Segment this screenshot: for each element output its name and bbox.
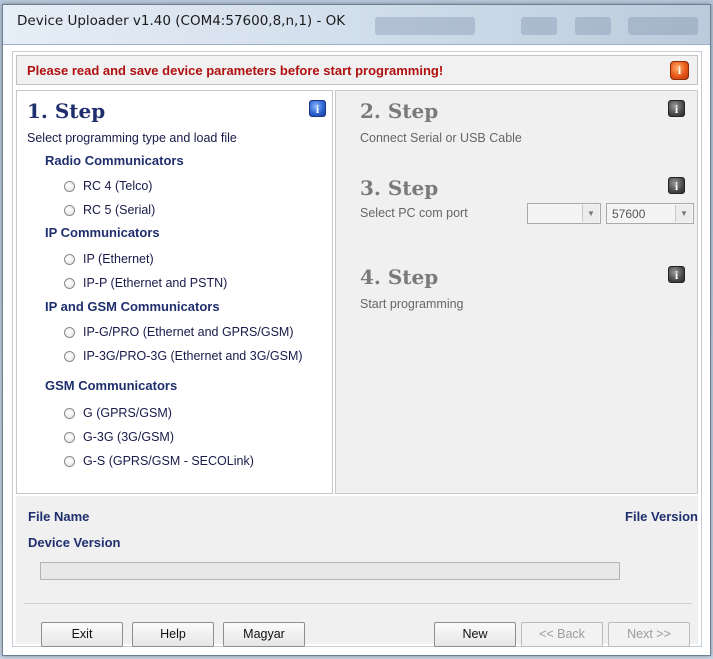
baud-rate-select[interactable]: 57600 ▼ — [606, 203, 694, 224]
radio-rc5[interactable]: RC 5 (Serial) — [64, 203, 155, 217]
background-blur — [575, 17, 611, 35]
background-blur — [375, 17, 475, 35]
step1-info-icon[interactable]: i — [309, 100, 326, 117]
step3-title: 3. Step — [360, 176, 439, 200]
step1-title: 1. Step — [27, 99, 106, 123]
chevron-down-icon[interactable]: ▼ — [582, 205, 599, 222]
steps-panel: 2. Step i Connect Serial or USB Cable 3.… — [335, 90, 698, 494]
radio-label: G-S (GPRS/GSM - SECOLink) — [83, 454, 254, 468]
window-title: Device Uploader v1.40 (COM4:57600,8,n,1)… — [17, 13, 346, 29]
step3-description: Select PC com port — [360, 206, 468, 220]
title-bar[interactable]: Device Uploader v1.40 (COM4:57600,8,n,1)… — [3, 5, 710, 45]
step1-panel: 1. Step i Select programming type and lo… — [16, 90, 333, 494]
com-port-select[interactable]: ▼ — [527, 203, 601, 224]
radio-button[interactable] — [64, 204, 75, 216]
warning-text: Please read and save device parameters b… — [27, 63, 444, 78]
radio-g-3g[interactable]: G-3G (3G/GSM) — [64, 430, 174, 444]
radio-label: G-3G (3G/GSM) — [83, 430, 174, 444]
step4-title: 4. Step — [360, 265, 439, 289]
background-blur — [628, 17, 698, 35]
step3-info-icon[interactable]: i — [668, 177, 685, 194]
file-name-label: File Name — [28, 509, 90, 524]
radio-label: RC 5 (Serial) — [83, 203, 156, 217]
file-version-label: File Version — [625, 509, 698, 524]
radio-button[interactable] — [64, 407, 75, 419]
group-ip-gsm-communicators: IP and GSM Communicators — [45, 299, 220, 314]
radio-ip-g-pro[interactable]: IP-G/PRO (Ethernet and GPRS/GSM) — [64, 325, 293, 339]
step4-description: Start programming — [360, 297, 464, 311]
radio-label: IP-3G/PRO-3G (Ethernet and 3G/GSM) — [83, 349, 303, 363]
chevron-down-icon[interactable]: ▼ — [675, 205, 692, 222]
radio-ip-3g-pro-3g[interactable]: IP-3G/PRO-3G (Ethernet and 3G/GSM) — [64, 349, 303, 363]
radio-label: IP-G/PRO (Ethernet and GPRS/GSM) — [83, 325, 294, 339]
radio-button[interactable] — [64, 180, 75, 192]
main-content: Please read and save device parameters b… — [12, 51, 702, 647]
group-gsm-communicators: GSM Communicators — [45, 378, 178, 393]
radio-g-s[interactable]: G-S (GPRS/GSM - SECOLink) — [64, 454, 254, 468]
radio-g[interactable]: G (GPRS/GSM) — [64, 406, 172, 420]
help-button[interactable]: Help — [132, 622, 214, 647]
radio-ip[interactable]: IP (Ethernet) — [64, 252, 154, 266]
progress-bar — [40, 562, 620, 580]
radio-button[interactable] — [64, 431, 75, 443]
step1-description: Select programming type and load file — [27, 131, 237, 145]
step2-description: Connect Serial or USB Cable — [360, 131, 522, 145]
new-button[interactable]: New — [434, 622, 516, 647]
warning-banner: Please read and save device parameters b… — [16, 55, 698, 85]
group-ip-communicators: IP Communicators — [45, 225, 160, 240]
radio-label: IP (Ethernet) — [83, 252, 154, 266]
next-button[interactable]: Next >> — [608, 622, 690, 647]
step2-title: 2. Step — [360, 99, 439, 123]
background-blur — [521, 17, 557, 35]
radio-label: IP-P (Ethernet and PSTN) — [83, 276, 228, 290]
app-window: Device Uploader v1.40 (COM4:57600,8,n,1)… — [2, 4, 711, 656]
radio-rc4[interactable]: RC 4 (Telco) — [64, 179, 152, 193]
radio-button[interactable] — [64, 350, 75, 362]
step4-info-icon[interactable]: i — [668, 266, 685, 283]
radio-label: RC 4 (Telco) — [83, 179, 153, 193]
radio-button[interactable] — [64, 326, 75, 338]
radio-button[interactable] — [64, 455, 75, 467]
radio-label: G (GPRS/GSM) — [83, 406, 172, 420]
exit-button[interactable]: Exit — [41, 622, 123, 647]
group-radio-communicators: Radio Communicators — [45, 153, 184, 168]
file-info-area: File Name File Version Device Version Ex… — [16, 496, 698, 647]
language-button[interactable]: Magyar — [223, 622, 305, 647]
radio-button[interactable] — [64, 253, 75, 265]
radio-ip-p[interactable]: IP-P (Ethernet and PSTN) — [64, 276, 227, 290]
device-version-label: Device Version — [28, 535, 121, 550]
radio-button[interactable] — [64, 277, 75, 289]
button-bar: Exit Help Magyar New << Back Next >> — [24, 603, 692, 647]
warning-icon[interactable]: i — [670, 61, 689, 80]
step2-info-icon[interactable]: i — [668, 100, 685, 117]
baud-rate-value: 57600 — [612, 207, 646, 221]
back-button[interactable]: << Back — [521, 622, 603, 647]
